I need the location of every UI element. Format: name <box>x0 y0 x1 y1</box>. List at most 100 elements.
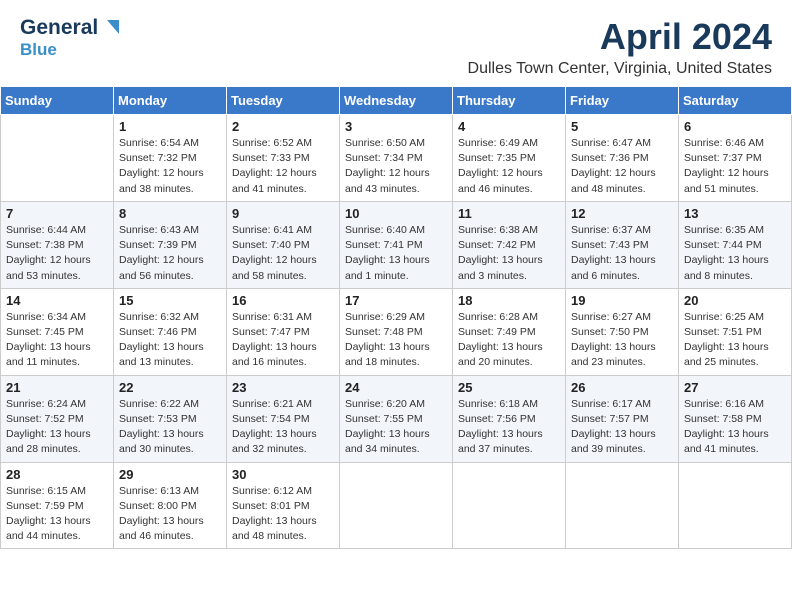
title-area: April 2024 Dulles Town Center, Virginia,… <box>468 16 772 78</box>
day-number: 27 <box>684 380 786 395</box>
calendar-cell: 7 Sunrise: 6:44 AMSunset: 7:38 PMDaylight… <box>1 201 114 288</box>
day-info: Sunrise: 6:22 AMSunset: 7:53 PMDaylight:… <box>119 397 221 458</box>
day-number: 8 <box>119 206 221 221</box>
calendar-cell: 5 Sunrise: 6:47 AMSunset: 7:36 PMDaylight… <box>566 115 679 202</box>
calendar-cell <box>566 462 679 549</box>
calendar-cell: 24 Sunrise: 6:20 AMSunset: 7:55 PMDayligh… <box>340 375 453 462</box>
day-info: Sunrise: 6:54 AMSunset: 7:32 PMDaylight:… <box>119 136 221 197</box>
calendar-cell: 1Sunrise: 6:54 AMSunset: 7:32 PMDaylight… <box>114 115 227 202</box>
calendar-header-row: SundayMondayTuesdayWednesdayThursdayFrid… <box>1 87 792 115</box>
logo-general-text: General <box>20 16 98 40</box>
calendar-cell: 19 Sunrise: 6:27 AMSunset: 7:50 PMDayligh… <box>566 288 679 375</box>
calendar-cell: 14 Sunrise: 6:34 AMSunset: 7:45 PMDayligh… <box>1 288 114 375</box>
day-header-monday: Monday <box>114 87 227 115</box>
calendar-cell: 8 Sunrise: 6:43 AMSunset: 7:39 PMDaylight… <box>114 201 227 288</box>
calendar-cell: 23Sunrise: 6:21 AMSunset: 7:54 PMDayligh… <box>227 375 340 462</box>
day-info: Sunrise: 6:15 AMSunset: 7:59 PMDaylight:… <box>6 484 108 545</box>
day-info: Sunrise: 6:13 AMSunset: 8:00 PMDaylight:… <box>119 484 221 545</box>
day-number: 12 <box>571 206 673 221</box>
day-number: 3 <box>345 119 447 134</box>
calendar-cell: 4 Sunrise: 6:49 AMSunset: 7:35 PMDaylight… <box>453 115 566 202</box>
day-number: 5 <box>571 119 673 134</box>
day-info: Sunrise: 6:43 AMSunset: 7:39 PMDaylight:… <box>119 223 221 284</box>
calendar-cell: 2 Sunrise: 6:52 AMSunset: 7:33 PMDaylight… <box>227 115 340 202</box>
day-info: Sunrise: 6:44 AMSunset: 7:38 PMDaylight:… <box>6 223 108 284</box>
day-info: Sunrise: 6:17 AMSunset: 7:57 PMDaylight:… <box>571 397 673 458</box>
day-header-friday: Friday <box>566 87 679 115</box>
calendar-cell: 11Sunrise: 6:38 AMSunset: 7:42 PMDayligh… <box>453 201 566 288</box>
calendar-cell: 13Sunrise: 6:35 AMSunset: 7:44 PMDayligh… <box>679 201 792 288</box>
calendar-week-row: 28 Sunrise: 6:15 AMSunset: 7:59 PMDayligh… <box>1 462 792 549</box>
day-info: Sunrise: 6:50 AMSunset: 7:34 PMDaylight:… <box>345 136 447 197</box>
day-number: 6 <box>684 119 786 134</box>
calendar-week-row: 14 Sunrise: 6:34 AMSunset: 7:45 PMDayligh… <box>1 288 792 375</box>
day-number: 7 <box>6 206 108 221</box>
day-number: 18 <box>458 293 560 308</box>
calendar-cell: 27 Sunrise: 6:16 AMSunset: 7:58 PMDayligh… <box>679 375 792 462</box>
day-info: Sunrise: 6:18 AMSunset: 7:56 PMDaylight:… <box>458 397 560 458</box>
calendar-cell <box>453 462 566 549</box>
day-number: 17 <box>345 293 447 308</box>
calendar-cell: 28 Sunrise: 6:15 AMSunset: 7:59 PMDayligh… <box>1 462 114 549</box>
calendar-cell: 9 Sunrise: 6:41 AMSunset: 7:40 PMDaylight… <box>227 201 340 288</box>
calendar-cell: 26 Sunrise: 6:17 AMSunset: 7:57 PMDayligh… <box>566 375 679 462</box>
day-number: 30 <box>232 467 334 482</box>
day-info: Sunrise: 6:40 AMSunset: 7:41 PMDaylight:… <box>345 223 447 284</box>
calendar-cell: 20 Sunrise: 6:25 AMSunset: 7:51 PMDayligh… <box>679 288 792 375</box>
day-header-wednesday: Wednesday <box>340 87 453 115</box>
day-number: 28 <box>6 467 108 482</box>
calendar-cell: 3 Sunrise: 6:50 AMSunset: 7:34 PMDaylight… <box>340 115 453 202</box>
logo: General Blue <box>20 16 121 60</box>
day-info: Sunrise: 6:25 AMSunset: 7:51 PMDaylight:… <box>684 310 786 371</box>
day-header-saturday: Saturday <box>679 87 792 115</box>
calendar-table: SundayMondayTuesdayWednesdayThursdayFrid… <box>0 86 792 549</box>
day-info: Sunrise: 6:38 AMSunset: 7:42 PMDaylight:… <box>458 223 560 284</box>
day-info: Sunrise: 6:35 AMSunset: 7:44 PMDaylight:… <box>684 223 786 284</box>
day-number: 4 <box>458 119 560 134</box>
day-number: 14 <box>6 293 108 308</box>
day-header-sunday: Sunday <box>1 87 114 115</box>
calendar-cell: 6 Sunrise: 6:46 AMSunset: 7:37 PMDaylight… <box>679 115 792 202</box>
calendar-cell: 10 Sunrise: 6:40 AMSunset: 7:41 PMDayligh… <box>340 201 453 288</box>
day-number: 16 <box>232 293 334 308</box>
day-number: 15 <box>119 293 221 308</box>
day-info: Sunrise: 6:29 AMSunset: 7:48 PMDaylight:… <box>345 310 447 371</box>
day-info: Sunrise: 6:16 AMSunset: 7:58 PMDaylight:… <box>684 397 786 458</box>
calendar-cell <box>1 115 114 202</box>
day-number: 20 <box>684 293 786 308</box>
day-number: 22 <box>119 380 221 395</box>
logo-blue-text: Blue <box>20 40 121 60</box>
day-info: Sunrise: 6:34 AMSunset: 7:45 PMDaylight:… <box>6 310 108 371</box>
calendar-cell: 17 Sunrise: 6:29 AMSunset: 7:48 PMDayligh… <box>340 288 453 375</box>
day-info: Sunrise: 6:49 AMSunset: 7:35 PMDaylight:… <box>458 136 560 197</box>
day-number: 26 <box>571 380 673 395</box>
day-info: Sunrise: 6:46 AMSunset: 7:37 PMDaylight:… <box>684 136 786 197</box>
day-number: 29 <box>119 467 221 482</box>
page-header: General Blue April 2024 Dulles Town Cent… <box>0 0 792 86</box>
day-info: Sunrise: 6:52 AMSunset: 7:33 PMDaylight:… <box>232 136 334 197</box>
day-number: 9 <box>232 206 334 221</box>
main-title: April 2024 <box>468 16 772 58</box>
calendar-cell: 18Sunrise: 6:28 AMSunset: 7:49 PMDayligh… <box>453 288 566 375</box>
day-number: 21 <box>6 380 108 395</box>
calendar-cell: 16Sunrise: 6:31 AMSunset: 7:47 PMDayligh… <box>227 288 340 375</box>
day-info: Sunrise: 6:47 AMSunset: 7:36 PMDaylight:… <box>571 136 673 197</box>
calendar-cell: 29 Sunrise: 6:13 AMSunset: 8:00 PMDayligh… <box>114 462 227 549</box>
day-info: Sunrise: 6:32 AMSunset: 7:46 PMDaylight:… <box>119 310 221 371</box>
calendar-cell: 12Sunrise: 6:37 AMSunset: 7:43 PMDayligh… <box>566 201 679 288</box>
day-number: 25 <box>458 380 560 395</box>
day-number: 19 <box>571 293 673 308</box>
day-info: Sunrise: 6:27 AMSunset: 7:50 PMDaylight:… <box>571 310 673 371</box>
day-info: Sunrise: 6:41 AMSunset: 7:40 PMDaylight:… <box>232 223 334 284</box>
day-info: Sunrise: 6:20 AMSunset: 7:55 PMDaylight:… <box>345 397 447 458</box>
day-number: 24 <box>345 380 447 395</box>
calendar-cell: 25 Sunrise: 6:18 AMSunset: 7:56 PMDayligh… <box>453 375 566 462</box>
calendar-week-row: 21Sunrise: 6:24 AMSunset: 7:52 PMDayligh… <box>1 375 792 462</box>
calendar-week-row: 7 Sunrise: 6:44 AMSunset: 7:38 PMDaylight… <box>1 201 792 288</box>
calendar-cell: 15 Sunrise: 6:32 AMSunset: 7:46 PMDayligh… <box>114 288 227 375</box>
calendar-cell: 30Sunrise: 6:12 AMSunset: 8:01 PMDayligh… <box>227 462 340 549</box>
calendar-cell <box>340 462 453 549</box>
calendar-cell: 21Sunrise: 6:24 AMSunset: 7:52 PMDayligh… <box>1 375 114 462</box>
day-number: 10 <box>345 206 447 221</box>
day-number: 2 <box>232 119 334 134</box>
